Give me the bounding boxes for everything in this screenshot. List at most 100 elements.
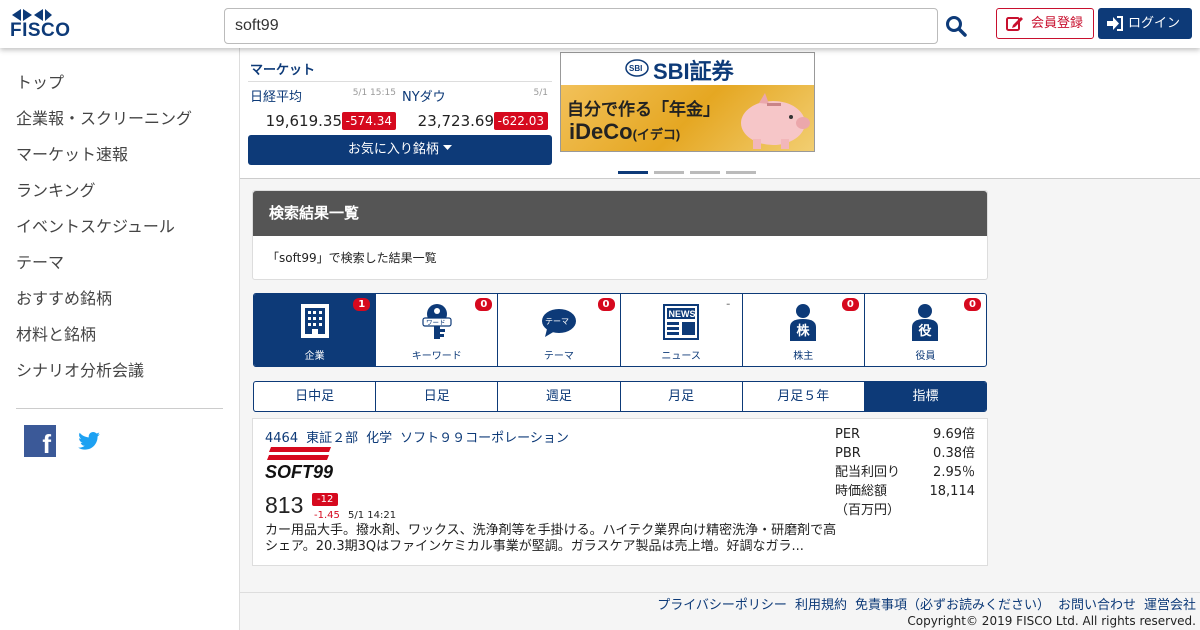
footer-links: プライバシーポリシー 利用規約 免責事項（必ずお読みください） お問い合わせ 運営会社 <box>649 594 1196 613</box>
shareholder-person-icon: 株 <box>790 304 817 341</box>
nydow-change-badge: -622.03 <box>493 112 548 130</box>
market-title[interactable]: マーケット <box>248 62 552 82</box>
tab-news[interactable]: NEWS - ニュース <box>621 294 743 366</box>
sign-in-icon <box>1107 16 1123 31</box>
price-change-badge: -12 <box>312 493 339 506</box>
tab-count-badge: 0 <box>597 298 615 311</box>
tab-shareholder[interactable]: 株 0 株主 <box>743 294 865 366</box>
category-tabs: 1 企業 ワード 0 キーワード テーマ 0 テーマ NEWS - ニュース 株… <box>253 293 987 367</box>
footer-link-company[interactable]: 運営会社 <box>1144 598 1196 613</box>
ad-body: 自分で作る「年金」 iDeCo(イデコ) <box>561 85 814 151</box>
tab-label: ニュース <box>661 351 701 362</box>
sidebar-item-theme[interactable]: テーマ <box>16 250 192 286</box>
company-result-card: 4464 東証２部 化学 ソフト９９コーポレーション SOFT99 813 -12 -… <box>252 418 988 566</box>
edit-icon <box>1006 17 1023 31</box>
tab-daily[interactable]: 日足 <box>376 382 499 411</box>
keyword-key-icon: ワード <box>422 304 452 339</box>
metric-value: 18,114 <box>929 484 976 499</box>
carousel-dot[interactable] <box>654 171 684 174</box>
copyright: Copyright© 2019 FISCO Ltd. All rights re… <box>907 614 1196 628</box>
company-sector: 化学 <box>366 431 393 446</box>
tab-weekly[interactable]: 週足 <box>498 382 621 411</box>
metrics-table: PER 9.69倍 PBR 0.38倍 配当利回り 2.95％ 時価総額 18,114 … <box>835 425 975 518</box>
tab-count-badge: 0 <box>475 298 493 311</box>
search-input[interactable]: soft99 <box>224 8 938 44</box>
footer-link-terms[interactable]: 利用規約 <box>795 598 847 613</box>
sbi-logo-icon: SBI <box>625 59 649 77</box>
sidebar-item-scenario[interactable]: シナリオ分析会議 <box>16 358 192 394</box>
favorites-dropdown[interactable]: お気に入り銘柄 <box>248 135 552 165</box>
tab-label: 株主 <box>793 351 814 362</box>
sidebar-nav: トップ 企業報・スクリーニング マーケット速報 ランキング イベントスケジュール… <box>16 70 192 394</box>
login-button[interactable]: ログイン <box>1098 8 1192 39</box>
tab-monthly[interactable]: 月足 <box>621 382 743 411</box>
carousel-dot[interactable] <box>690 171 720 174</box>
carousel-dots <box>618 163 762 178</box>
carousel-dot[interactable] <box>726 171 756 174</box>
nydow-value: 23,723.69 <box>417 112 494 130</box>
metric-row: 時価総額 18,114 <box>835 482 975 501</box>
sidebar-item-market-news[interactable]: マーケット速報 <box>16 142 192 178</box>
svg-text:役: 役 <box>919 323 932 339</box>
metric-row: 配当利回り 2.95％ <box>835 463 975 482</box>
tab-theme[interactable]: テーマ 0 テーマ <box>498 294 621 366</box>
twitter-icon[interactable] <box>78 432 100 450</box>
fisco-logo[interactable]: FISCO <box>10 8 72 42</box>
nikkei-value: 19,619.35 <box>265 112 342 130</box>
nikkei-time: 5/1 15:15 <box>352 88 396 98</box>
header: FISCO soft99 会員登録 ログイン <box>0 0 1200 48</box>
footer: プライバシーポリシー 利用規約 免責事項（必ずお読みください） お問い合わせ 運営会社 … <box>240 592 1200 630</box>
nikkei-name: 日経平均 <box>250 90 303 105</box>
panel-description: 「soft99」で検索した結果一覧 <box>267 251 437 265</box>
footer-link-contact[interactable]: お問い合わせ <box>1058 598 1136 613</box>
tab-keyword[interactable]: ワード 0 キーワード <box>376 294 499 366</box>
company-market: 東証２部 <box>306 431 359 446</box>
sidebar-item-event-schedule[interactable]: イベントスケジュール <box>16 214 192 250</box>
facebook-icon[interactable]: f <box>24 425 56 459</box>
company-heading-link[interactable]: 4464 東証２部 化学 ソフト９９コーポレーション <box>265 427 577 446</box>
panel-title: 検索結果一覧 <box>253 191 987 236</box>
tab-count-badge: 1 <box>353 298 371 311</box>
tab-intraday[interactable]: 日中足 <box>254 382 377 411</box>
officer-person-icon: 役 <box>912 304 939 341</box>
tab-company[interactable]: 1 企業 <box>254 294 377 366</box>
search-results-panel: 検索結果一覧 「soft99」で検索した結果一覧 <box>252 190 988 280</box>
tab-label: テーマ <box>543 351 574 362</box>
sbi-ad-banner[interactable]: SBI SBI証券 自分で作る「年金」 iDeCo(イデコ) <box>560 52 815 152</box>
metric-key: 配当利回り <box>835 465 901 480</box>
sidebar-item-company-screening[interactable]: 企業報・スクリーニング <box>16 106 192 142</box>
favorites-label: お気に入り銘柄 <box>347 142 439 157</box>
piggy-bank-icon <box>741 93 810 149</box>
footer-link-disclaimer[interactable]: 免責事項（必ずお読みください） <box>855 598 1050 613</box>
tab-count-badge: - <box>726 299 731 310</box>
market-summary: マーケット 日経平均 5/1 15:15 19,619.35 -574.34 N… <box>248 62 552 130</box>
metric-key: PER <box>835 427 861 442</box>
tab-count-badge: 0 <box>841 298 859 311</box>
svg-text:ワード: ワード <box>426 319 446 327</box>
chart-period-tabs: 日中足 日足 週足 月足 月足５年 指標 <box>253 381 987 412</box>
sidebar-item-ranking[interactable]: ランキング <box>16 178 192 214</box>
login-label: ログイン <box>1128 16 1181 31</box>
tab-label: キーワード <box>411 351 462 362</box>
register-button[interactable]: 会員登録 <box>996 8 1094 39</box>
nydow-time: 5/1 <box>533 88 548 98</box>
sidebar-item-materials[interactable]: 材料と銘柄 <box>16 322 192 358</box>
sidebar-item-recommended[interactable]: おすすめ銘柄 <box>16 286 192 322</box>
soft99-logo-text: SOFT99 <box>265 462 333 481</box>
tab-monthly-5y[interactable]: 月足５年 <box>743 382 865 411</box>
newspaper-icon: NEWS <box>663 304 700 340</box>
svg-text:SBI: SBI <box>629 64 642 73</box>
tab-indicators[interactable]: 指標 <box>864 382 986 411</box>
metric-row: PBR 0.38倍 <box>835 444 975 463</box>
metric-unit: （百万円） <box>835 503 901 518</box>
footer-link-privacy[interactable]: プライバシーポリシー <box>657 598 787 613</box>
svg-text:NEWS: NEWS <box>669 309 696 319</box>
ad-header: SBI SBI証券 <box>561 53 814 85</box>
sidebar-item-top[interactable]: トップ <box>16 70 192 106</box>
tab-officer[interactable]: 役 0 役員 <box>865 294 986 366</box>
caret-down-icon <box>443 145 453 150</box>
svg-text:テーマ: テーマ <box>545 317 569 326</box>
carousel-dot[interactable] <box>618 171 648 174</box>
search-icon[interactable] <box>944 14 968 38</box>
metric-value: 0.38倍 <box>933 446 975 461</box>
